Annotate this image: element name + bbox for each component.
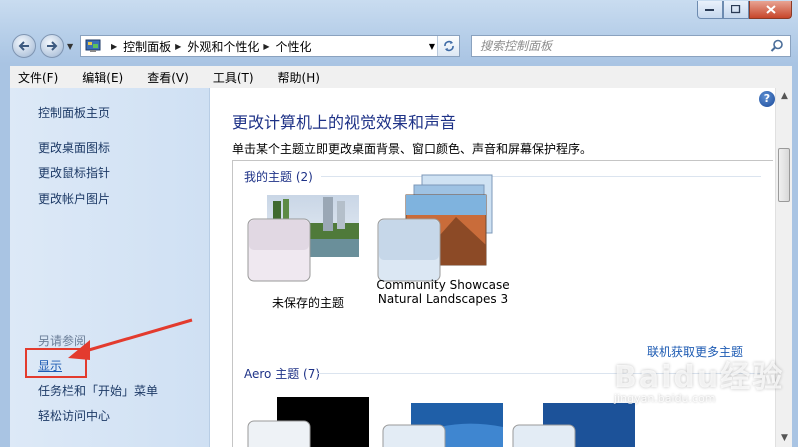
back-button[interactable] bbox=[12, 34, 36, 58]
chevron-right-icon[interactable]: ▶ bbox=[263, 42, 269, 51]
sidebar-link-ease-of-access[interactable]: 轻松访问中心 bbox=[38, 407, 110, 424]
chevron-right-icon: ▶ bbox=[111, 41, 118, 51]
theme-unsaved-name: 未保存的主题 bbox=[271, 296, 344, 310]
recent-pages-dropdown[interactable]: ▼ bbox=[67, 42, 73, 51]
refresh-button[interactable] bbox=[437, 36, 459, 56]
menu-view[interactable]: 查看(V) bbox=[139, 69, 189, 86]
control-panel-icon bbox=[85, 39, 101, 52]
menu-file[interactable]: 文件(F) bbox=[10, 69, 58, 86]
address-bar[interactable]: ▶ 控制面板 ▶ 外观和个性化 ▶ 个性化 ▼ bbox=[80, 35, 460, 57]
minimize-icon bbox=[705, 8, 714, 11]
watermark-brand: Baidu经验 bbox=[614, 360, 785, 395]
menu-bar: 文件(F) 编辑(E) 查看(V) 工具(T) 帮助(H) bbox=[10, 66, 792, 88]
task-sidebar: 控制面板主页 更改桌面图标 更改鼠标指针 更改帐户图片 另请参阅 显示 任务栏和… bbox=[10, 88, 210, 447]
breadcrumb-personalization[interactable]: 个性化 bbox=[276, 38, 312, 55]
back-arrow-icon bbox=[18, 41, 29, 51]
theme-community-showcase-name: Community Showcase bbox=[376, 278, 510, 292]
page-description: 单击某个主题立即更改桌面背景、窗口颜色、声音和屏幕保护程序。 bbox=[232, 142, 593, 156]
theme-unsaved-preview bbox=[247, 195, 359, 282]
close-button[interactable] bbox=[749, 1, 792, 19]
my-themes-heading: 我的主题 (2) bbox=[244, 170, 313, 184]
search-icon[interactable] bbox=[770, 39, 784, 53]
navigation-bar: ▼ ▶ 控制面板 ▶ 外观和个性化 ▶ 个性化 ▼ 搜索控制面板 bbox=[0, 30, 798, 62]
sidebar-link-taskbar[interactable]: 任务栏和「开始」菜单 bbox=[38, 382, 158, 399]
maximize-button[interactable] bbox=[723, 1, 749, 19]
scrollbar-thumb[interactable] bbox=[778, 148, 790, 202]
page-title: 更改计算机上的视觉效果和声音 bbox=[232, 113, 457, 132]
sidebar-link-mouse-pointer[interactable]: 更改鼠标指针 bbox=[38, 164, 110, 181]
breadcrumb-appearance[interactable]: 外观和个性化 bbox=[187, 38, 259, 55]
refresh-icon bbox=[443, 40, 454, 52]
forward-arrow-icon bbox=[47, 41, 58, 51]
sidebar-link-account-picture[interactable]: 更改帐户图片 bbox=[38, 190, 110, 207]
watermark-url: jingyan.baidu.com bbox=[614, 392, 716, 405]
theme-community-showcase[interactable]: Community Showcase Natural Landscapes 3 bbox=[368, 173, 518, 306]
breadcrumb-control-panel[interactable]: 控制面板 bbox=[123, 38, 171, 55]
theme-community-showcase-preview bbox=[377, 174, 493, 282]
search-input[interactable]: 搜索控制面板 bbox=[471, 35, 791, 57]
caption-buttons bbox=[697, 1, 792, 19]
menu-tools[interactable]: 工具(T) bbox=[205, 69, 254, 86]
annotation-arrow-icon bbox=[68, 318, 193, 360]
menu-edit[interactable]: 编辑(E) bbox=[74, 69, 123, 86]
aero-themes-heading: Aero 主题 (7) bbox=[244, 367, 321, 381]
search-placeholder: 搜索控制面板 bbox=[480, 39, 553, 53]
sidebar-link-desktop-icons[interactable]: 更改桌面图标 bbox=[38, 139, 110, 156]
scroll-up-icon[interactable]: ▲ bbox=[776, 88, 792, 105]
theme-community-showcase-subtitle: Natural Landscapes 3 bbox=[377, 292, 509, 306]
forward-button[interactable] bbox=[40, 34, 64, 58]
menu-help[interactable]: 帮助(H) bbox=[270, 69, 320, 86]
maximize-icon bbox=[731, 5, 741, 14]
help-icon[interactable]: ? bbox=[759, 91, 775, 107]
chevron-right-icon[interactable]: ▶ bbox=[175, 42, 181, 51]
address-dropdown-icon[interactable]: ▼ bbox=[429, 42, 435, 51]
control-panel-window: ▼ ▶ 控制面板 ▶ 外观和个性化 ▶ 个性化 ▼ 搜索控制面板 文件(F) 编… bbox=[0, 0, 798, 447]
minimize-button[interactable] bbox=[697, 1, 723, 19]
sidebar-link-control-panel-home[interactable]: 控制面板主页 bbox=[38, 104, 110, 121]
close-icon bbox=[765, 5, 776, 14]
theme-unsaved[interactable]: 未保存的主题 bbox=[243, 195, 373, 311]
scroll-down-icon[interactable]: ▼ bbox=[776, 430, 792, 447]
